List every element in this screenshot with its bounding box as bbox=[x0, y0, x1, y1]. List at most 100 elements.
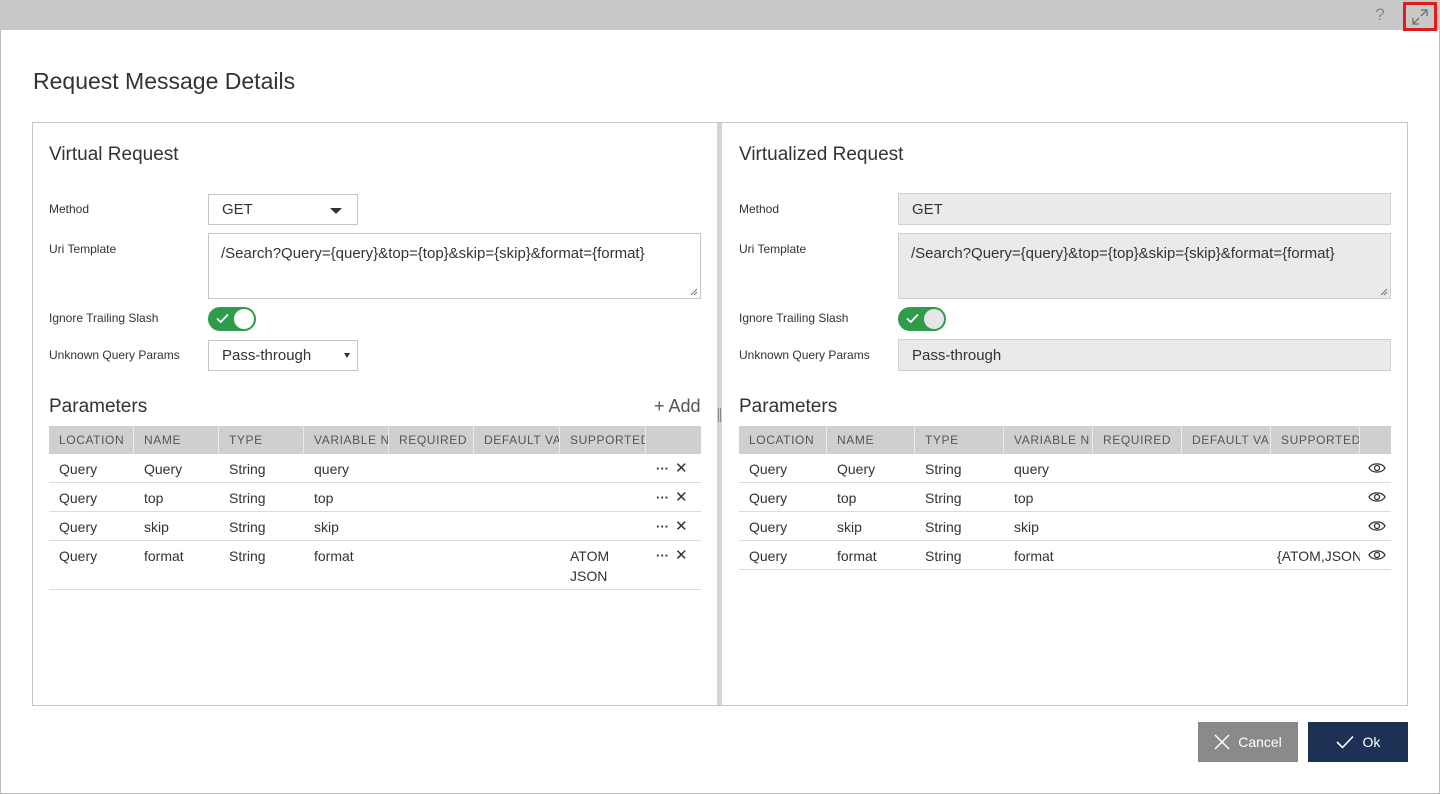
column-header-actions bbox=[1360, 426, 1391, 454]
table-row[interactable]: Query Query String query bbox=[739, 454, 1391, 483]
cell-supported bbox=[1271, 512, 1360, 540]
row-actions: ··· ✕ bbox=[656, 488, 688, 506]
column-header-name[interactable]: NAME bbox=[827, 426, 915, 454]
uri-template-input[interactable]: /Search?Query={query}&top={top}&skip={sk… bbox=[208, 233, 701, 299]
resize-grip-icon[interactable] bbox=[690, 288, 698, 296]
cell-default bbox=[1182, 512, 1271, 540]
column-header-default-value[interactable]: DEFAULT VA bbox=[1182, 426, 1271, 454]
cell-required bbox=[389, 483, 474, 511]
delete-icon[interactable]: ✕ bbox=[675, 488, 688, 506]
uri-template-label: Uri Template bbox=[49, 242, 117, 256]
table-row[interactable]: Query Query String query bbox=[49, 454, 701, 483]
column-header-required[interactable]: REQUIRED bbox=[1093, 426, 1182, 454]
virtual-request-title: Virtual Request bbox=[49, 144, 179, 165]
uri-template-value: /Search?Query={query}&top={top}&skip={sk… bbox=[911, 245, 1335, 262]
unknown-query-params-readonly-field: Pass-through bbox=[898, 339, 1391, 371]
more-options-icon[interactable]: ··· bbox=[656, 461, 669, 476]
delete-icon[interactable]: ✕ bbox=[675, 459, 688, 477]
cell-required bbox=[1093, 512, 1182, 540]
cell-name: top bbox=[144, 490, 164, 506]
more-options-icon[interactable]: ··· bbox=[656, 519, 669, 534]
more-options-icon[interactable]: ··· bbox=[656, 490, 669, 505]
cell-required bbox=[1093, 483, 1182, 511]
chevron-down-icon bbox=[330, 208, 342, 214]
cell-default bbox=[474, 541, 560, 589]
method-label: Method bbox=[739, 202, 780, 216]
expand-button[interactable] bbox=[1403, 2, 1437, 31]
view-eye-icon[interactable] bbox=[1368, 548, 1386, 562]
expand-arrows-icon bbox=[1412, 8, 1428, 25]
chevron-down-icon bbox=[344, 353, 350, 358]
cell-variable: format bbox=[314, 548, 354, 564]
ok-button[interactable]: Ok bbox=[1308, 722, 1408, 762]
uri-template-value: /Search?Query={query}&top={top}&skip={sk… bbox=[221, 245, 645, 262]
cell-supported bbox=[560, 512, 646, 540]
delete-icon[interactable]: ✕ bbox=[675, 546, 688, 564]
column-header-variable-name[interactable]: VARIABLE N bbox=[1004, 426, 1093, 454]
help-icon[interactable]: ? bbox=[1372, 5, 1388, 25]
unknown-query-params-select[interactable]: Pass-through bbox=[208, 340, 358, 371]
splitter-grip-icon bbox=[718, 408, 721, 422]
cell-variable: query bbox=[1014, 461, 1050, 477]
cell-type: String bbox=[229, 461, 266, 477]
cell-name: top bbox=[837, 490, 857, 506]
view-eye-icon[interactable] bbox=[1368, 490, 1386, 504]
cell-location: Query bbox=[59, 490, 98, 506]
table-row[interactable]: Query format String format {ATOM,JSON bbox=[739, 541, 1391, 570]
table-header: LOCATION NAME TYPE VARIABLE N REQUIRED D… bbox=[739, 426, 1391, 454]
more-options-icon[interactable]: ··· bbox=[656, 548, 669, 563]
cancel-label: Cancel bbox=[1238, 734, 1282, 750]
ignore-trailing-slash-toggle[interactable] bbox=[208, 307, 256, 331]
column-header-supported[interactable]: SUPPORTED bbox=[560, 426, 646, 454]
cell-location: Query bbox=[749, 548, 788, 564]
cell-type: String bbox=[229, 519, 266, 535]
table-row[interactable]: Query top String top bbox=[49, 483, 701, 512]
cell-supported: ATOM JSON bbox=[570, 548, 610, 584]
cell-supported bbox=[560, 483, 646, 511]
cell-type: String bbox=[229, 548, 266, 564]
cell-required bbox=[389, 454, 474, 482]
cell-required bbox=[1093, 454, 1182, 482]
column-header-actions bbox=[646, 426, 701, 454]
view-eye-icon[interactable] bbox=[1368, 461, 1386, 475]
row-actions: ··· ✕ bbox=[656, 459, 688, 477]
ignore-trailing-slash-label: Ignore Trailing Slash bbox=[49, 311, 159, 325]
method-select[interactable]: GET bbox=[208, 194, 358, 225]
column-header-variable-name[interactable]: VARIABLE N bbox=[304, 426, 389, 454]
ok-label: Ok bbox=[1362, 734, 1381, 750]
cell-type: String bbox=[925, 461, 962, 477]
column-header-name[interactable]: NAME bbox=[134, 426, 219, 454]
table-row[interactable]: Query format String format ATOM JSON bbox=[49, 541, 701, 590]
delete-icon[interactable]: ✕ bbox=[675, 517, 688, 535]
cell-variable: skip bbox=[1014, 519, 1039, 535]
view-eye-icon[interactable] bbox=[1368, 519, 1386, 533]
cell-required bbox=[1093, 541, 1182, 569]
table-row[interactable]: Query skip String skip bbox=[49, 512, 701, 541]
column-header-type[interactable]: TYPE bbox=[219, 426, 304, 454]
add-parameter-button[interactable]: + Add bbox=[654, 396, 701, 417]
cell-name: Query bbox=[837, 461, 876, 477]
cell-default bbox=[1182, 483, 1271, 511]
cell-default bbox=[474, 483, 560, 511]
unknown-query-params-label: Unknown Query Params bbox=[739, 348, 870, 362]
column-header-supported[interactable]: SUPPORTED bbox=[1271, 426, 1360, 454]
cell-name: Query bbox=[144, 461, 183, 477]
column-header-default-value[interactable]: DEFAULT VA bbox=[474, 426, 560, 454]
column-header-location[interactable]: LOCATION bbox=[49, 426, 134, 454]
cell-location: Query bbox=[749, 461, 788, 477]
cell-default bbox=[474, 454, 560, 482]
column-header-location[interactable]: LOCATION bbox=[739, 426, 827, 454]
unknown-query-params-label: Unknown Query Params bbox=[49, 348, 180, 362]
toggle-knob bbox=[924, 309, 944, 329]
column-header-type[interactable]: TYPE bbox=[915, 426, 1004, 454]
method-label: Method bbox=[49, 202, 90, 216]
cell-location: Query bbox=[59, 548, 98, 564]
table-row[interactable]: Query top String top bbox=[739, 483, 1391, 512]
column-header-required[interactable]: REQUIRED bbox=[389, 426, 474, 454]
table-row[interactable]: Query skip String skip bbox=[739, 512, 1391, 541]
toggle-knob bbox=[234, 309, 254, 329]
cancel-button[interactable]: Cancel bbox=[1198, 722, 1298, 762]
cell-type: String bbox=[229, 490, 266, 506]
cell-variable: format bbox=[1014, 548, 1054, 564]
cell-location: Query bbox=[59, 461, 98, 477]
